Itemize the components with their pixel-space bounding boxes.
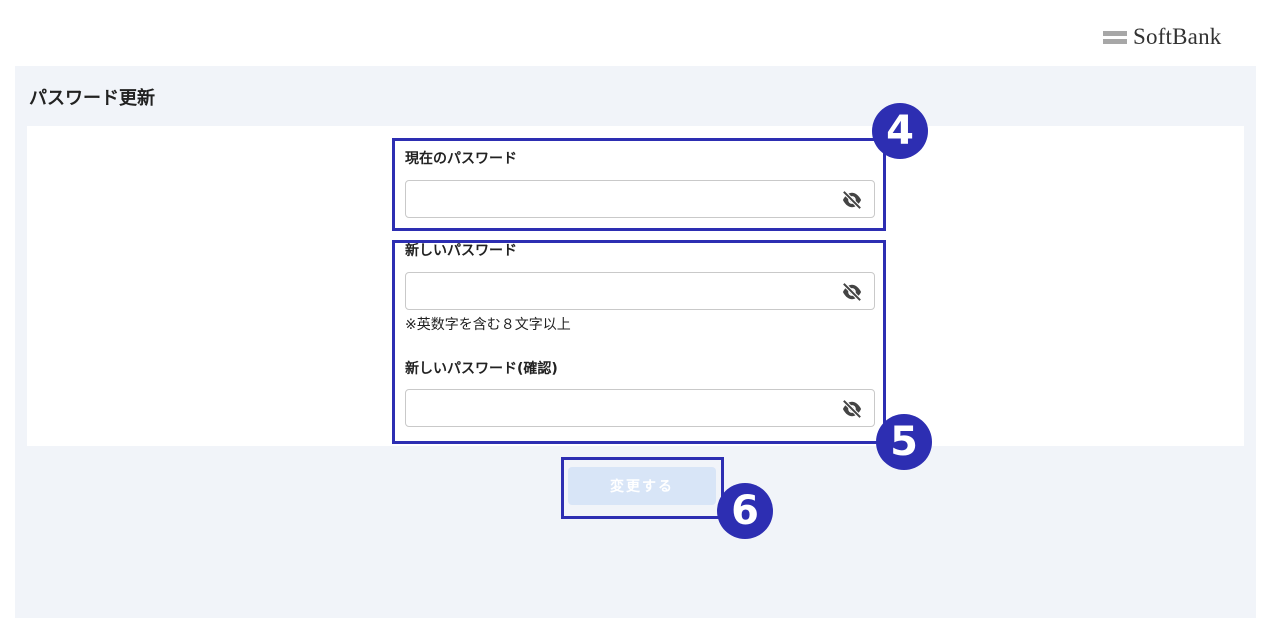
annotation-box-4 bbox=[392, 138, 886, 231]
annotation-box-5 bbox=[392, 240, 886, 444]
annotation-badge-5: 5 bbox=[876, 414, 932, 470]
softbank-logo: SoftBank bbox=[1103, 24, 1222, 50]
annotation-badge-4: 4 bbox=[872, 103, 928, 159]
annotation-badge-6: 6 bbox=[717, 483, 773, 539]
softbank-logo-mark bbox=[1103, 30, 1127, 44]
page-title: パスワード更新 bbox=[29, 88, 155, 109]
softbank-logo-text: SoftBank bbox=[1133, 24, 1222, 49]
annotation-box-6 bbox=[561, 457, 724, 519]
